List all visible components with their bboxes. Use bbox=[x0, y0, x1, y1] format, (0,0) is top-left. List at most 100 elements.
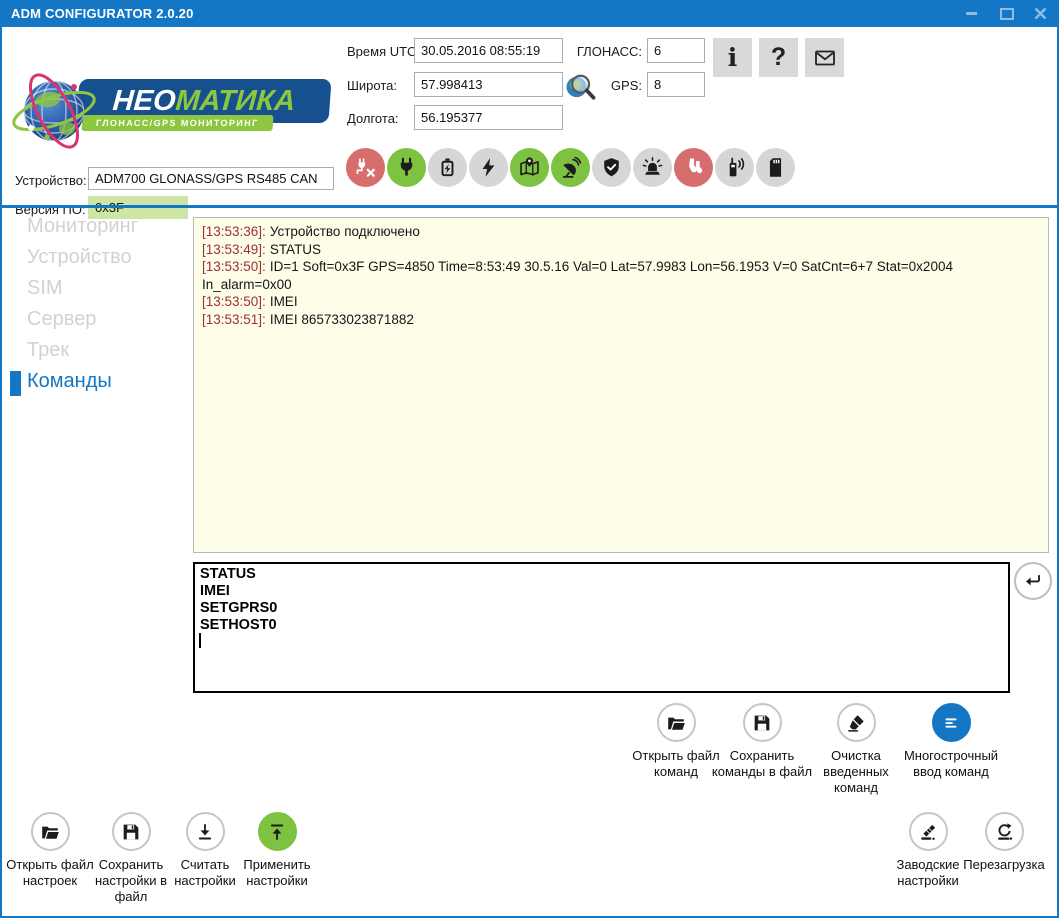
apply-settings-button[interactable]: Применить настройки bbox=[235, 812, 319, 889]
sd-card-icon bbox=[764, 156, 787, 179]
latitude-field[interactable]: 57.998413 bbox=[414, 72, 563, 97]
tool-circle bbox=[909, 812, 948, 851]
sidebar-item-commands[interactable]: Команды bbox=[27, 370, 112, 393]
tool-label: Сохранить команды в файл bbox=[710, 748, 814, 780]
titlebar: ADM CONFIGURATOR 2.0.20 bbox=[0, 0, 1059, 27]
log-line: [13:53:51]: IMEI 865733023871882 bbox=[202, 311, 1040, 329]
mail-button[interactable] bbox=[805, 38, 844, 77]
device-log[interactable]: [13:53:36]: Устройство подключено [13:53:… bbox=[193, 217, 1049, 553]
status-navigation bbox=[510, 148, 549, 187]
send-commands-button[interactable] bbox=[1014, 562, 1052, 600]
utc-label: Время UTC: bbox=[347, 44, 420, 59]
status-security bbox=[592, 148, 631, 187]
reboot-button[interactable]: Перезагрузка bbox=[952, 812, 1056, 873]
log-timestamp: [13:53:36]: bbox=[202, 224, 266, 239]
longitude-field[interactable]: 56.195377 bbox=[414, 105, 563, 130]
log-message: ID=1 Soft=0x3F GPS=4850 Time=8:53:49 30.… bbox=[202, 259, 953, 292]
multiline-input-button[interactable]: Многострочный ввод команд bbox=[893, 703, 1009, 780]
tool-circle bbox=[186, 812, 225, 851]
log-timestamp: [13:53:49]: bbox=[202, 242, 266, 257]
tool-label: Открыть файл настроек bbox=[4, 857, 96, 889]
sidebar-item-server[interactable]: Сервер bbox=[27, 308, 96, 331]
status-sd-card bbox=[756, 148, 795, 187]
open-settings-file-button[interactable]: Открыть файл настроек bbox=[4, 812, 96, 889]
tool-circle bbox=[932, 703, 971, 742]
tool-circle bbox=[985, 812, 1024, 851]
command-input[interactable]: STATUS IMEI SETGPRS0 SETHOST0 bbox=[193, 562, 1010, 693]
close-icon bbox=[1034, 7, 1047, 20]
sidebar-item-track[interactable]: Трек bbox=[27, 339, 69, 362]
globe-logo-icon bbox=[8, 61, 104, 157]
glonass-label: ГЛОНАСС: bbox=[567, 44, 642, 59]
active-item-marker bbox=[10, 371, 21, 396]
log-message: IMEI 865733023871882 bbox=[270, 312, 414, 327]
battery-charge-icon bbox=[436, 156, 459, 179]
gps-label: GPS: bbox=[602, 78, 642, 93]
save-floppy-icon bbox=[120, 821, 142, 843]
header-divider bbox=[0, 205, 1059, 208]
socks-icon bbox=[682, 156, 705, 179]
log-timestamp: [13:53:50]: bbox=[202, 294, 266, 309]
status-radio bbox=[715, 148, 754, 187]
sidebar-item-label: SIM bbox=[27, 277, 63, 299]
tool-circle bbox=[112, 812, 151, 851]
sidebar-item-monitoring[interactable]: Мониторинг bbox=[27, 215, 138, 238]
navigation-map-icon bbox=[518, 156, 541, 179]
status-ignition bbox=[469, 148, 508, 187]
open-folder-icon bbox=[665, 712, 687, 734]
broom-sweep-icon bbox=[917, 821, 939, 843]
close-button[interactable] bbox=[1024, 0, 1056, 27]
connection-lost-icon bbox=[354, 156, 377, 179]
device-label: Устройство: bbox=[15, 173, 87, 188]
brand-text: НЕОМАТИКА bbox=[112, 85, 297, 118]
save-commands-file-button[interactable]: Сохранить команды в файл bbox=[710, 703, 814, 780]
status-power-plug bbox=[387, 148, 426, 187]
security-shield-icon bbox=[600, 156, 623, 179]
sidebar-item-sim[interactable]: SIM bbox=[27, 277, 63, 300]
power-plug-icon bbox=[395, 156, 418, 179]
status-satellite bbox=[551, 148, 590, 187]
tool-label: Применить настройки bbox=[235, 857, 319, 889]
status-socks bbox=[674, 148, 713, 187]
minimize-button[interactable] bbox=[955, 0, 987, 27]
latitude-label: Широта: bbox=[347, 78, 397, 93]
ignition-bolt-icon bbox=[477, 156, 500, 179]
logo-tagline: ГЛОНАСС/GPS МОНИТОРИНГ bbox=[81, 115, 273, 131]
status-battery bbox=[428, 148, 467, 187]
multiline-text-icon bbox=[940, 712, 962, 734]
help-button[interactable]: ? bbox=[759, 38, 798, 77]
header: НЕОМАТИКА ГЛОНАСС/GPS МОНИТОРИНГ bbox=[2, 27, 1057, 205]
read-settings-button[interactable]: Считать настройки bbox=[168, 812, 242, 889]
save-settings-file-button[interactable]: Сохранить настройки в файл bbox=[86, 812, 176, 905]
tool-circle bbox=[837, 703, 876, 742]
tool-label: Многострочный ввод команд bbox=[893, 748, 1009, 780]
radio-transmitter-icon bbox=[723, 156, 746, 179]
enter-icon bbox=[1022, 570, 1044, 592]
tool-label: Считать настройки bbox=[168, 857, 242, 889]
glonass-field[interactable]: 6 bbox=[647, 38, 705, 63]
window-title: ADM CONFIGURATOR 2.0.20 bbox=[11, 0, 194, 27]
log-message: Устройство подключено bbox=[270, 224, 420, 239]
mail-icon bbox=[813, 46, 837, 70]
info-button[interactable]: i bbox=[713, 38, 752, 77]
sidebar-item-label: Устройство bbox=[27, 246, 132, 268]
log-timestamp: [13:53:51]: bbox=[202, 312, 266, 327]
open-folder-icon bbox=[39, 821, 61, 843]
maximize-button[interactable] bbox=[991, 0, 1023, 27]
log-message: STATUS bbox=[270, 242, 321, 257]
restart-arrow-icon bbox=[993, 821, 1015, 843]
download-arrow-icon bbox=[194, 821, 216, 843]
maximize-icon bbox=[1000, 8, 1014, 20]
sidebar-item-device[interactable]: Устройство bbox=[27, 246, 132, 269]
tool-label: Перезагрузка bbox=[963, 857, 1044, 873]
utc-field[interactable]: 30.05.2016 08:55:19 bbox=[414, 38, 563, 63]
clear-commands-button[interactable]: Очистка введенных команд bbox=[814, 703, 898, 796]
tool-label: Сохранить настройки в файл bbox=[86, 857, 176, 905]
device-field[interactable]: ADM700 GLONASS/GPS RS485 CAN bbox=[88, 167, 334, 190]
tool-circle bbox=[657, 703, 696, 742]
gps-field[interactable]: 8 bbox=[647, 72, 705, 97]
tool-label: Очистка введенных команд bbox=[814, 748, 898, 796]
sidebar-item-label: Команды bbox=[27, 370, 112, 392]
sidebar-item-label: Сервер bbox=[27, 308, 96, 330]
help-icon: ? bbox=[771, 43, 786, 72]
